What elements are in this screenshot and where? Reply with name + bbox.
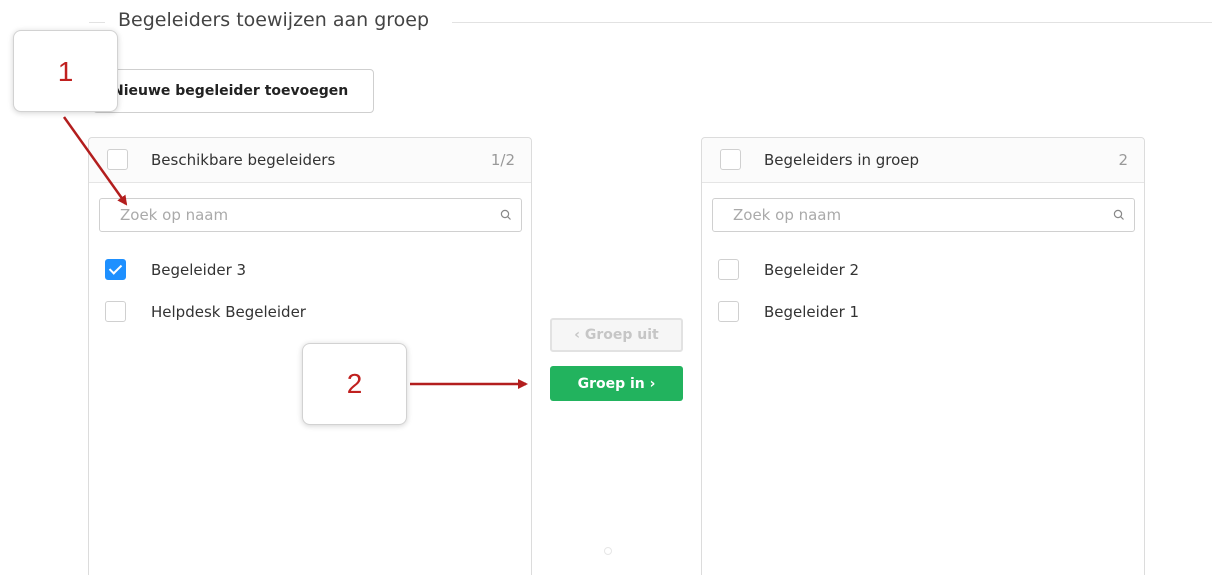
annotation-callout-2: 2 <box>302 343 407 425</box>
loading-indicator <box>604 547 612 555</box>
list-item[interactable]: Begeleider 3 <box>105 259 505 283</box>
group-list-header: Begeleiders in groep 2 <box>702 138 1144 183</box>
item-checkbox[interactable] <box>718 259 739 280</box>
search-icon <box>500 209 511 220</box>
group-list-panel: Begeleiders in groep 2 Begeleider 2 Bege… <box>701 137 1145 575</box>
annotation-callout-1: 1 <box>13 30 118 112</box>
callout-number: 2 <box>346 368 363 399</box>
available-list-header: Beschikbare begeleiders 1/2 <box>89 138 531 183</box>
available-count: 1/2 <box>490 151 515 169</box>
search-icon <box>1113 209 1124 220</box>
add-begeleider-button[interactable]: Nieuwe begeleider toevoegen <box>93 69 374 113</box>
select-all-group-checkbox[interactable] <box>720 149 741 170</box>
fieldset-line-left <box>89 22 105 23</box>
add-to-group-button[interactable]: Groep in › <box>550 366 683 401</box>
list-item[interactable]: Begeleider 2 <box>718 259 1118 283</box>
group-list-title: Begeleiders in groep <box>764 151 920 169</box>
item-checkbox[interactable] <box>105 301 126 322</box>
callout-number: 1 <box>57 56 74 87</box>
available-search-box <box>99 198 522 232</box>
available-search-input[interactable] <box>100 199 480 231</box>
section-legend: Begeleiders toewijzen aan groep <box>118 9 430 31</box>
list-item-label: Begeleider 1 <box>764 303 860 321</box>
item-checkbox-checked[interactable] <box>105 259 126 280</box>
group-count: 2 <box>1118 151 1128 169</box>
list-item[interactable]: Begeleider 1 <box>718 301 1118 325</box>
list-item-label: Begeleider 2 <box>764 261 860 279</box>
select-all-available-checkbox[interactable] <box>107 149 128 170</box>
list-item-label: Begeleider 3 <box>151 261 247 279</box>
remove-from-group-button[interactable]: ‹ Groep uit <box>550 318 683 352</box>
group-search-box <box>712 198 1135 232</box>
fieldset-line-right <box>452 22 1212 23</box>
list-item-label: Helpdesk Begeleider <box>151 303 306 321</box>
item-checkbox[interactable] <box>718 301 739 322</box>
list-item[interactable]: Helpdesk Begeleider <box>105 301 505 325</box>
group-search-input[interactable] <box>713 199 1093 231</box>
available-list-title: Beschikbare begeleiders <box>151 151 336 169</box>
